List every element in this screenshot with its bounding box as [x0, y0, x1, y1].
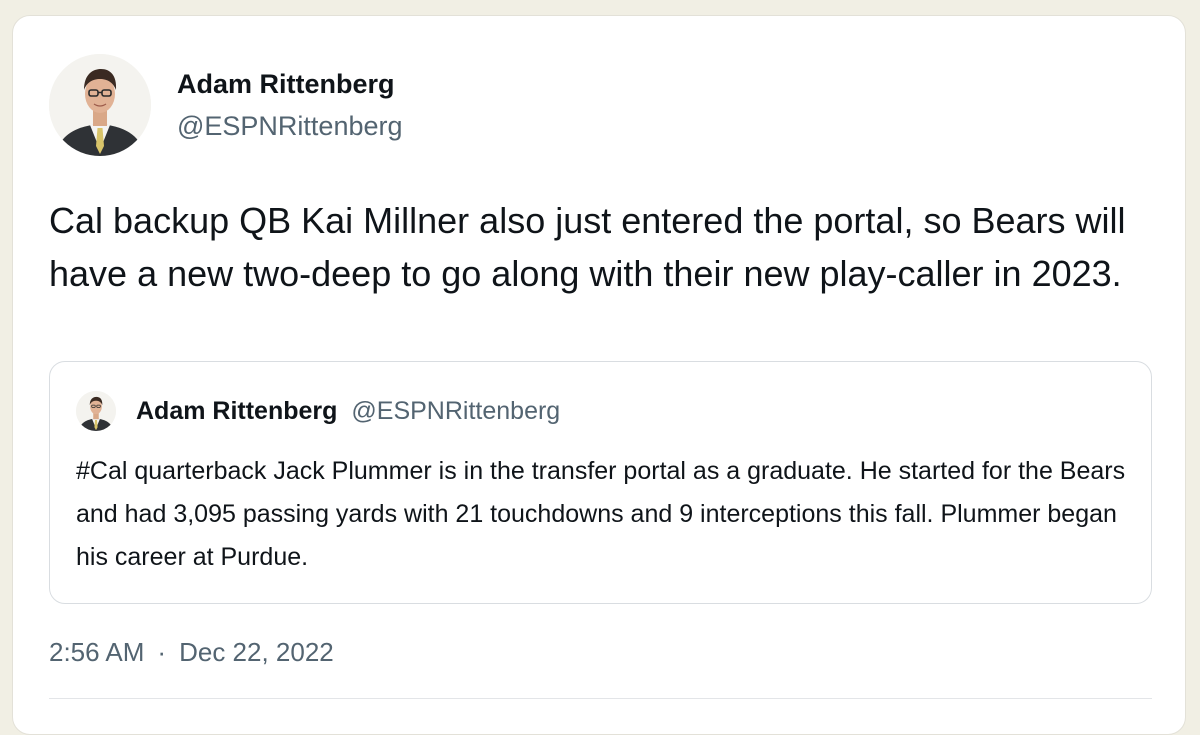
tweet-metadata: 2:56 AM · Dec 22, 2022 [49, 633, 334, 671]
quoted-tweet-text: #Cal quarterback Jack Plummer is in the … [76, 457, 1126, 571]
tweet-time[interactable]: 2:56 AM [49, 633, 144, 671]
avatar[interactable] [49, 54, 151, 156]
author-display-name[interactable]: Adam Rittenberg [177, 65, 403, 103]
tweet-text: Cal backup QB Kai Millner also just ente… [49, 200, 1126, 294]
author-names: Adam Rittenberg @ESPNRittenberg [177, 65, 403, 145]
avatar-photo-icon [76, 391, 116, 431]
quoted-tweet-display-name[interactable]: Adam Rittenberg [136, 397, 337, 426]
author-handle[interactable]: @ESPNRittenberg [177, 107, 403, 145]
quoted-tweet-handle[interactable]: @ESPNRittenberg [351, 397, 560, 426]
tweet-author[interactable]: Adam Rittenberg @ESPNRittenberg [49, 53, 403, 157]
divider [49, 698, 1152, 699]
avatar-photo-icon [49, 54, 151, 156]
meta-separator: · [157, 637, 167, 667]
quoted-tweet-header: Adam Rittenberg @ESPNRittenberg [76, 390, 560, 432]
tweet-card: Adam Rittenberg @ESPNRittenberg Cal back… [12, 15, 1186, 735]
tweet-date[interactable]: Dec 22, 2022 [179, 633, 334, 671]
quoted-tweet-avatar[interactable] [76, 391, 116, 431]
quoted-tweet[interactable]: Adam Rittenberg @ESPNRittenberg #Cal qua… [49, 361, 1152, 604]
